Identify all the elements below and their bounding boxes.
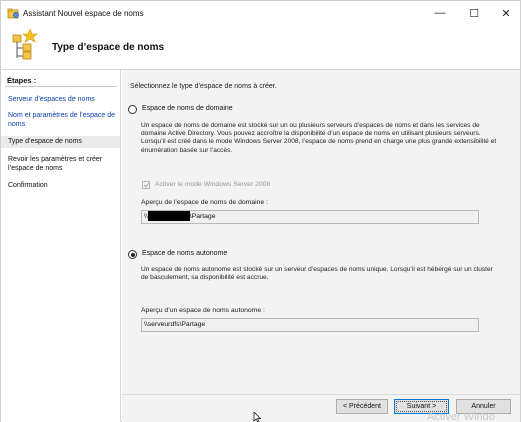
minimize-button[interactable]: — (423, 1, 457, 25)
step-namespace-name[interactable]: Nom et paramètres de l’espace de noms (8, 111, 118, 129)
namespace-wizard-icon (7, 8, 19, 19)
close-icon: ✕ (501, 7, 511, 20)
content-pane: Sélectionnez le type d’espace de noms à … (122, 70, 520, 422)
title-bar: Assistant Nouvel espace de noms — ☐ ✕ (1, 1, 520, 27)
standalone-namespace-description: Un espace de noms autonome est stocké su… (141, 266, 493, 282)
namespace-tree-icon (12, 29, 38, 60)
standalone-namespace-radio[interactable] (128, 250, 137, 259)
minimize-icon: — (434, 7, 446, 19)
domain-namespace-radio[interactable] (128, 105, 137, 114)
domain-namespace-description: Un espace de noms de domaine est stocké … (141, 122, 497, 154)
steps-pane: Étapes : Serveur d’espaces de noms Nom e… (1, 70, 121, 422)
page-title: Type d’espace de noms (52, 42, 165, 53)
domain-preview-field: \\ \Partage (141, 210, 479, 224)
instruction-text: Sélectionnez le type d’espace de noms à … (130, 83, 277, 90)
wizard-header: Type d’espace de noms (1, 27, 520, 69)
windows-2008-mode-label: Activer le mode Windows Server 2008 (155, 181, 271, 188)
domain-preview-suffix: \Partage (189, 213, 216, 220)
domain-preview-label: Aperçu de l’espace de noms de domaine : (141, 199, 268, 206)
footer-divider (122, 394, 520, 395)
step-namespace-type: Type d’espace de noms (1, 136, 120, 148)
maximize-button[interactable]: ☐ (457, 1, 491, 25)
activation-watermark: Activer Windo (427, 411, 495, 422)
domain-namespace-label[interactable]: Espace de noms de domaine (142, 105, 233, 112)
standalone-preview-field: \\serveurdfs\Partage (141, 318, 479, 332)
close-button[interactable]: ✕ (489, 1, 521, 25)
step-confirmation: Confirmation (8, 182, 48, 189)
steps-title: Étapes : (7, 76, 37, 85)
window-title: Assistant Nouvel espace de noms (23, 9, 144, 18)
step-review-create: Revoir les paramètres et créer l’espace … (8, 156, 103, 172)
step-namespace-server[interactable]: Serveur d’espaces de noms (8, 95, 118, 104)
wizard-window: Assistant Nouvel espace de noms — ☐ ✕ Ty… (0, 0, 521, 422)
steps-divider (5, 86, 117, 87)
previous-button[interactable]: < Précédent (336, 399, 388, 414)
standalone-preview-label: Aperçu d’un espace de noms autonome : (141, 307, 265, 314)
redacted-server-name (147, 211, 190, 221)
standalone-namespace-label[interactable]: Espace de noms autonome (142, 250, 227, 257)
maximize-icon: ☐ (469, 7, 479, 20)
windows-2008-mode-checkbox (142, 181, 150, 189)
mouse-cursor-icon (253, 412, 262, 422)
